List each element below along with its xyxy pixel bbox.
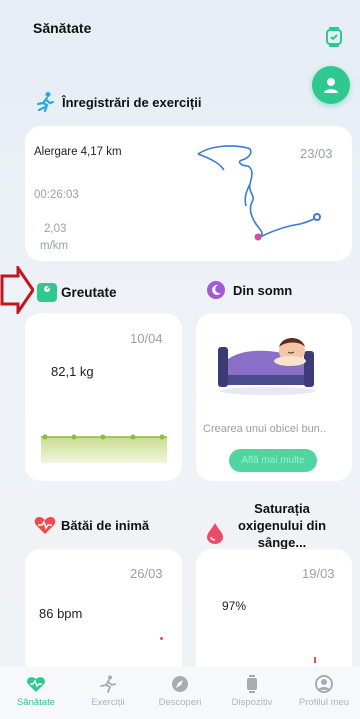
profile-icon xyxy=(324,78,338,93)
oxygen-card[interactable]: 19/03 97% xyxy=(196,549,352,679)
sleep-illustration xyxy=(218,338,316,395)
profile-fab-button[interactable] xyxy=(312,66,350,104)
compass-icon xyxy=(172,676,188,692)
nav-label-discover: Descoperi xyxy=(158,697,202,708)
oxygen-value: 97% xyxy=(222,599,247,613)
weight-value: 82,1 kg xyxy=(51,364,94,379)
scale-icon xyxy=(37,283,57,302)
exercise-pace-unit: m/km xyxy=(40,240,69,252)
heart-icon xyxy=(34,517,56,534)
heart-value: 86 bpm xyxy=(39,606,83,621)
oxygen-section-title[interactable]: Saturația oxigenului din sânge... xyxy=(206,500,332,551)
nav-item-profile[interactable]: Profilul meu xyxy=(288,667,360,719)
running-icon xyxy=(36,92,55,113)
oxygen-chart-point xyxy=(314,657,316,663)
exercise-duration: 00:26:03 xyxy=(34,189,79,201)
exercise-route-map xyxy=(197,145,321,241)
nav-item-device[interactable]: Dispozitiv xyxy=(216,667,288,719)
nav-item-health[interactable]: Sănătate xyxy=(0,667,72,719)
nav-label-health: Sănătate xyxy=(16,697,56,708)
oxygen-date: 19/03 xyxy=(302,566,335,581)
exercise-pace-value: 2,03 xyxy=(44,223,67,235)
nav-label-exercises: Exerciții xyxy=(91,697,125,708)
nav-label-profile: Profilul meu xyxy=(298,697,350,708)
nav-item-exercises[interactable]: Exerciții xyxy=(72,667,144,719)
sleep-card[interactable]: Crearea unui obicei bun.. Află mai multe xyxy=(196,313,352,481)
watch-icon[interactable] xyxy=(324,26,344,47)
heart-chart-point xyxy=(160,637,163,640)
heart-date: 26/03 xyxy=(130,566,163,581)
page-title: Sănătate xyxy=(33,20,92,36)
bottom-nav: Sănătate Exerciții Descoperi Dispozitiv … xyxy=(0,667,360,719)
sleep-section-title[interactable]: Din somn xyxy=(206,280,292,300)
learn-more-button[interactable]: Află mai multe xyxy=(229,449,317,472)
moon-icon xyxy=(207,281,225,299)
exercise-card[interactable]: Alergare 4,17 km 23/03 00:26:03 2,03 m/k… xyxy=(25,126,352,261)
weight-date: 10/04 xyxy=(130,331,163,346)
heart-card[interactable]: 26/03 86 bpm xyxy=(25,549,182,679)
sleep-text: Crearea unui obicei bun.. xyxy=(203,423,326,435)
exercise-nav-icon xyxy=(100,675,116,693)
heart-section-title[interactable]: Bătăi de inimă xyxy=(34,515,149,535)
exercise-section-title[interactable]: Înregistrări de exerciții xyxy=(34,91,201,113)
nav-label-device: Dispozitiv xyxy=(231,697,273,708)
device-icon xyxy=(247,675,257,693)
drop-icon xyxy=(207,522,223,544)
exercise-activity: Alergare 4,17 km xyxy=(34,146,122,158)
weight-chart xyxy=(41,434,167,463)
weight-section-title[interactable]: Greutate xyxy=(36,281,117,303)
nav-item-discover[interactable]: Descoperi xyxy=(144,667,216,719)
pointer-arrow-icon xyxy=(0,266,34,314)
profile-nav-icon xyxy=(315,675,333,693)
weight-card[interactable]: 10/04 82,1 kg xyxy=(25,313,182,481)
health-nav-icon xyxy=(27,677,45,692)
